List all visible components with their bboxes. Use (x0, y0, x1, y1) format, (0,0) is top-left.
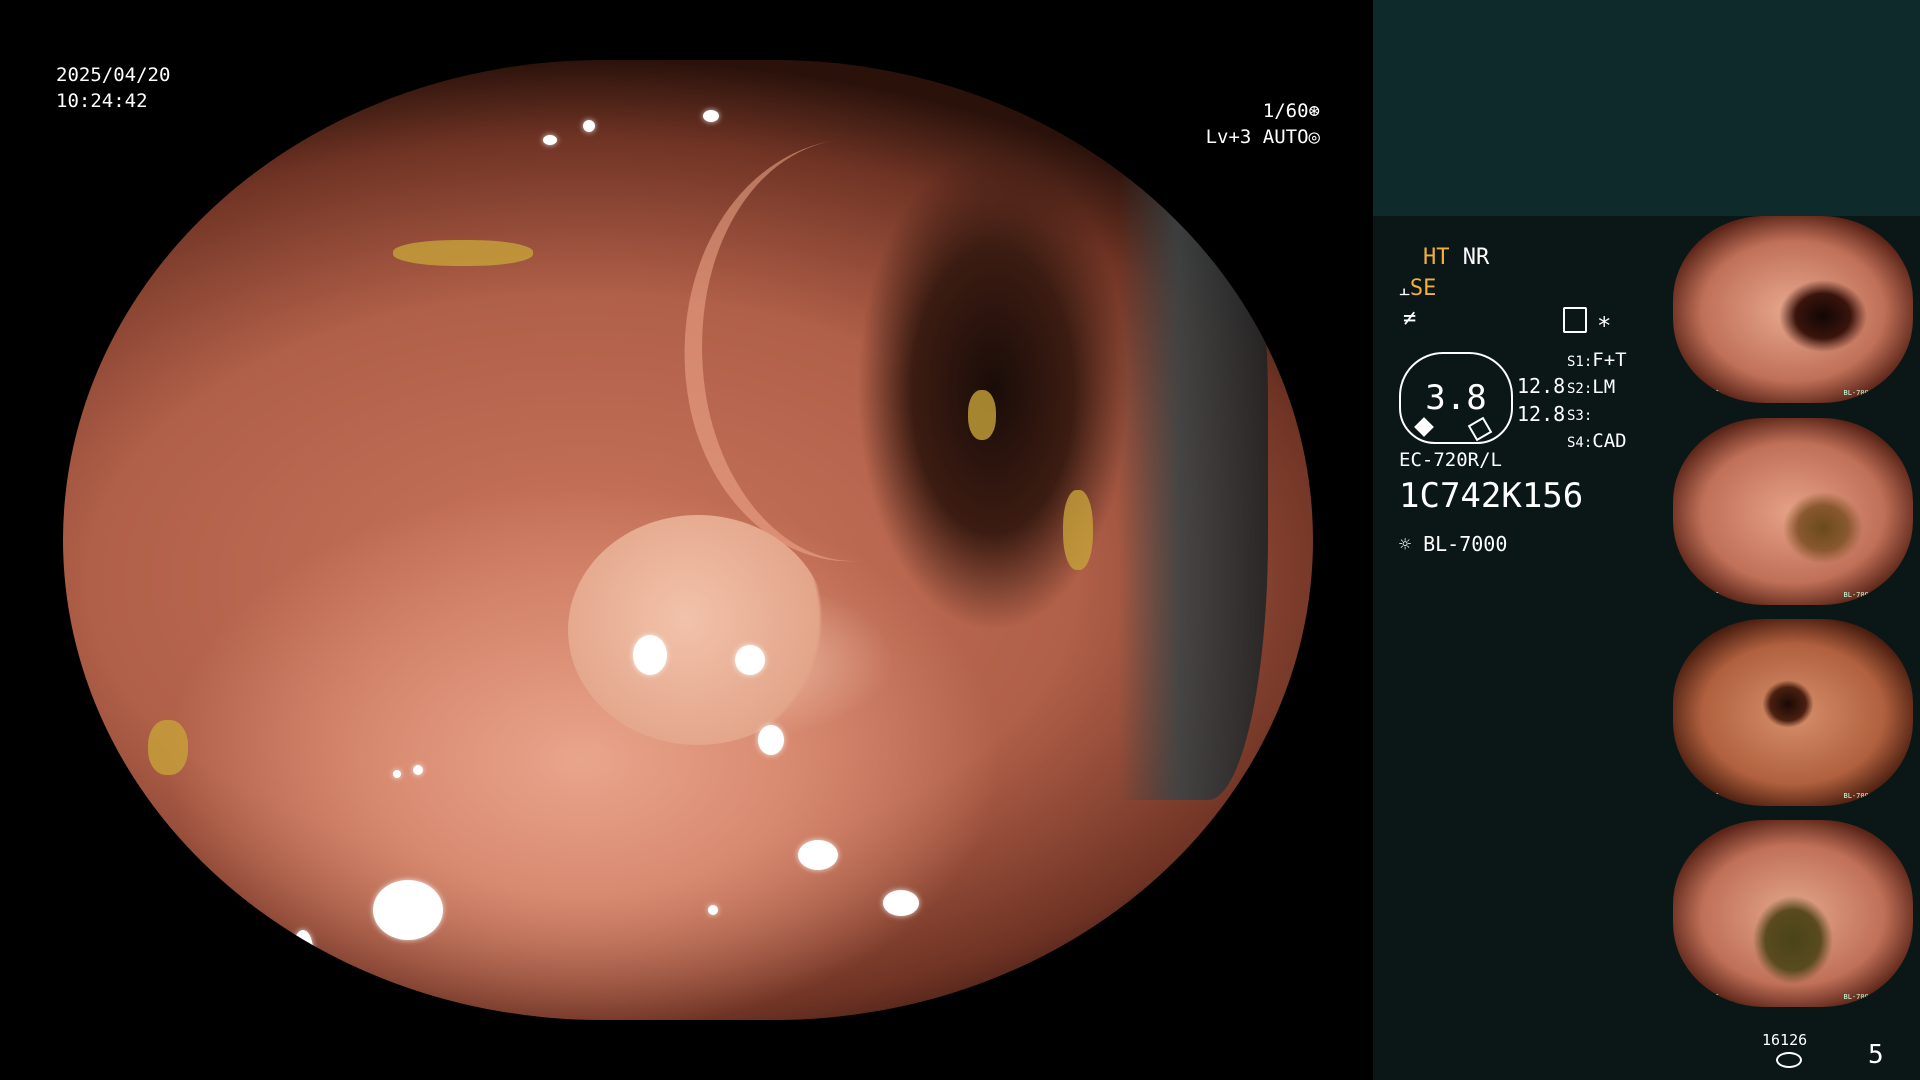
polyp-lesion (568, 515, 828, 745)
switch-s4-key: S4: (1567, 435, 1593, 451)
storage-count: 16126 (1762, 1031, 1808, 1049)
residue-spot (968, 390, 996, 440)
ratio-values: 12.8 12.8 (1517, 372, 1565, 428)
brightness-level-text: Lv+3 (1205, 126, 1252, 148)
thumbnail-2-label: 1C742K156 (1681, 591, 1719, 599)
datetime-display: 2025/04/20 10:24:42 (56, 62, 170, 114)
glare-spot (373, 880, 443, 940)
scope-cap-rim (1118, 140, 1268, 800)
freeze-icon: ≠ (1403, 306, 1417, 331)
glare-spot (393, 770, 401, 778)
exposure-mode-text: AUTO (1262, 126, 1309, 148)
switch-s1-value: F+T (1592, 349, 1627, 371)
sun-icon: ☼ (1399, 532, 1412, 556)
enhancement-row: HT NR (1423, 243, 1489, 273)
switch-assignments: S1:F+T S2:LM S3: S4:CAD (1567, 348, 1627, 456)
switch-s4: S4:CAD (1567, 429, 1627, 456)
ratio-top: 12.8 (1517, 374, 1566, 398)
record-menu-icon (1563, 307, 1587, 333)
scope-model: EC-720R/L (1399, 449, 1502, 471)
capture-count: 5 (1868, 1040, 1884, 1070)
exposure-display: 1/60⊛ Lv+3 AUTO◎ (1194, 98, 1320, 150)
endoscope-live-view (63, 60, 1313, 1020)
thumbnail-3[interactable]: 1C742K156 BL-7000 2 (1673, 619, 1913, 806)
residue-spot (1063, 490, 1093, 570)
panel-header-area (1373, 0, 1920, 216)
thumbnail-2-source: BL-7000 (1843, 591, 1873, 599)
asterisk-icon: ∗ (1597, 307, 1612, 335)
residue-spot (393, 240, 533, 266)
thumbnail-4-label: 1C742K156 (1681, 993, 1719, 1001)
thumbnail-1-source: BL-7000 (1843, 389, 1873, 397)
mucosal-fold (655, 118, 1049, 582)
thumbnail-4-source: BL-7000 (1843, 993, 1873, 1001)
glare-spot (293, 930, 313, 970)
switch-s2-value: LM (1592, 376, 1616, 398)
glare-spot (703, 110, 719, 122)
shutter-speed-text: 1/60 (1262, 100, 1309, 122)
switch-s3: S3: (1567, 402, 1627, 429)
glare-spot (708, 905, 718, 915)
thumbnail-1-index: 4 (1902, 389, 1907, 397)
thumbnail-4[interactable]: 1C742K156 BL-7000 1 (1673, 820, 1913, 1007)
scope-serial: 1C742K156 (1399, 476, 1584, 516)
iris-icon: ◎ (1308, 126, 1320, 148)
glare-spot (883, 890, 919, 916)
glare-spot (583, 120, 595, 132)
ht-indicator: HT (1423, 245, 1450, 270)
glare-spot (735, 645, 765, 675)
thumbnail-1[interactable]: 1C742K156 BL-7000 4 (1673, 216, 1913, 403)
light-source-row: ☼ BL-7000 (1399, 532, 1507, 556)
thumbnail-3-label: 1C742K156 (1681, 792, 1719, 800)
exposure-row: Lv+3 AUTO◎ (1194, 124, 1320, 150)
thumbnail-2[interactable]: 1C742K156 BL-7000 3 (1673, 418, 1913, 605)
switch-s4-value: CAD (1592, 430, 1627, 452)
glare-spot (798, 840, 838, 870)
nr-indicator: NR (1462, 245, 1490, 270)
glare-spot (633, 635, 667, 675)
switch-s1-key: S1: (1567, 354, 1593, 370)
glare-spot (413, 765, 423, 775)
dial-value: 3.8 (1425, 378, 1487, 418)
glare-spot (758, 725, 784, 755)
storage-disk-icon (1776, 1052, 1802, 1068)
switch-s2: S2:LM (1567, 375, 1627, 402)
thumbnail-3-source: BL-7000 (1843, 792, 1873, 800)
switch-s2-key: S2: (1567, 381, 1593, 397)
structure-row: ⫠SE (1399, 274, 1436, 305)
date-text: 2025/04/20 (56, 64, 171, 86)
thumbnail-1-label: 1C742K156 (1681, 389, 1719, 397)
switch-s1: S1:F+T (1567, 348, 1627, 375)
switch-s3-key: S3: (1567, 408, 1593, 424)
structure-enhance-icon: ⫠ (1399, 279, 1410, 300)
light-source-model: BL-7000 (1423, 532, 1508, 556)
ratio-bottom: 12.8 (1517, 402, 1566, 426)
thumbnail-3-index: 2 (1902, 792, 1907, 800)
thumbnail-4-index: 1 (1902, 993, 1907, 1001)
residue-spot (148, 720, 188, 775)
glare-spot (543, 135, 557, 145)
se-indicator: SE (1409, 276, 1437, 301)
aperture-icon: ⊛ (1308, 100, 1320, 122)
thumbnail-2-index: 3 (1902, 591, 1907, 599)
time-text: 10:24:42 (56, 90, 148, 112)
shutter-row: 1/60⊛ (1194, 98, 1320, 124)
